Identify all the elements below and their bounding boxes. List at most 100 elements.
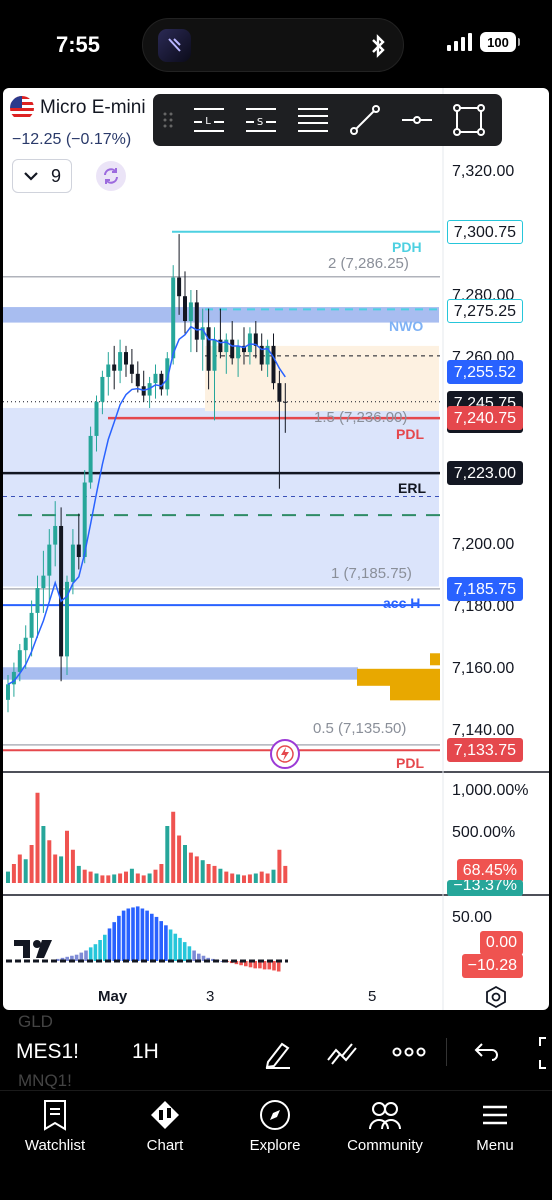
nav-label-explore: Explore — [249, 1137, 301, 1154]
osc-tick-50: 50.00 — [452, 909, 493, 926]
volume-bar — [112, 874, 117, 883]
tradingview-logo — [14, 940, 52, 958]
symbol-below[interactable]: MNQ1! — [18, 1071, 72, 1091]
chart-settings-icon[interactable] — [484, 985, 508, 1009]
chart-icon — [151, 1101, 179, 1129]
volume-profile-block — [357, 668, 440, 686]
erl-tag: ERL — [398, 480, 426, 496]
oscillator-bar — [192, 950, 196, 961]
refresh-button[interactable] — [96, 161, 126, 191]
oscillator-bar — [182, 942, 187, 961]
tool-parallel-lines[interactable] — [287, 94, 339, 146]
fib-level-1: 1 (7,185.75) — [331, 565, 412, 582]
candle-body — [183, 296, 187, 322]
interval-button[interactable]: 1H — [132, 1040, 159, 1064]
volume-bar — [271, 869, 276, 883]
lower-band — [3, 667, 358, 680]
more-icon[interactable] — [392, 1046, 426, 1058]
nav-menu[interactable]: Menu — [440, 1099, 550, 1154]
oscillator-bar — [145, 910, 149, 961]
volume-bar — [265, 873, 270, 883]
volume-bar — [88, 871, 93, 883]
us-flag-icon — [10, 96, 34, 120]
oscillator-bar — [135, 906, 140, 961]
collapse-indicators-button[interactable]: 9 — [12, 159, 72, 193]
oscillator-bar — [84, 950, 88, 961]
volume-bar — [188, 852, 193, 883]
acc-h-tag: acc H — [383, 595, 421, 611]
pen-draw-icon[interactable] — [262, 1038, 294, 1070]
candle-body — [76, 544, 81, 558]
indicator-count: 9 — [50, 165, 61, 186]
price-label: 7,223.00 — [446, 461, 523, 486]
nav-community[interactable]: Community — [330, 1099, 440, 1154]
community-icon — [369, 1102, 401, 1130]
price-axis-tick: 7,140.00 — [452, 721, 515, 739]
fullscreen-icon[interactable] — [532, 1036, 552, 1070]
oscillator-bar — [88, 947, 93, 961]
volume-bar — [183, 845, 187, 883]
tool-trend-line[interactable] — [339, 94, 391, 146]
candle-body — [59, 525, 64, 657]
volume-bar — [6, 871, 10, 883]
price-label: 7,255.52 — [446, 360, 523, 385]
volume-bar — [224, 871, 229, 883]
tool-horizontal-lines-l[interactable]: L — [183, 94, 235, 146]
tool-horizontal-line[interactable] — [391, 94, 443, 146]
oscillator-bar — [159, 921, 163, 961]
price-label: 7,240.75 — [446, 406, 523, 431]
nav-explore[interactable]: Explore — [220, 1099, 330, 1154]
volume-bar — [17, 854, 22, 883]
volume-bar — [29, 845, 34, 883]
drag-handle[interactable] — [153, 111, 183, 129]
price-axis-tick: 7,320.00 — [452, 163, 515, 180]
candle-body — [271, 345, 276, 384]
volume-tick-1000: 1,000.00% — [452, 782, 529, 799]
undo-icon[interactable] — [472, 1038, 500, 1066]
candle-body — [88, 435, 93, 483]
nav-chart[interactable]: Chart — [110, 1099, 220, 1154]
tool-rectangle[interactable] — [443, 94, 495, 146]
candle-body — [247, 333, 252, 353]
date-tick-may: May — [98, 988, 128, 1005]
candle-body — [153, 373, 158, 384]
symbol-above[interactable]: GLD — [18, 1012, 53, 1032]
tool-horizontal-lines-s[interactable]: S — [235, 94, 287, 146]
oscillator-bar — [93, 944, 98, 961]
horizontal-line-icon — [402, 116, 432, 124]
indicators-icon[interactable] — [326, 1038, 358, 1070]
price-label: 7,275.25 — [446, 298, 523, 323]
volume-bar — [242, 875, 246, 883]
price-label: 7,185.75 — [446, 576, 523, 601]
status-bar: 7:55 100 — [0, 0, 552, 88]
symbol-header[interactable]: Micro E-mini — [10, 96, 146, 120]
fib-level-0-5: 0.5 (7,135.50) — [313, 720, 407, 737]
candle-body — [23, 637, 28, 651]
watchlist-icon — [44, 1100, 66, 1131]
candle-body — [94, 401, 99, 436]
horizontal-lines-l-icon: L — [194, 108, 224, 132]
volume-bar — [94, 873, 99, 883]
candle-body — [194, 302, 199, 340]
oscillator-bar — [107, 928, 112, 961]
volume-bar — [129, 868, 134, 883]
chart-toolbar: GLD MES1! MNQ1! 1H — [0, 1010, 552, 1090]
volume-bar — [165, 826, 170, 883]
toolbar-divider — [446, 1038, 447, 1066]
fib-level-1-5: 1.5 (7,236.00) — [314, 409, 408, 426]
price-axis-tick: 7,200.00 — [452, 535, 515, 553]
candle-body — [124, 352, 128, 365]
battery-level: 100 — [487, 34, 509, 50]
candle-body — [230, 339, 235, 359]
nav-label-chart: Chart — [146, 1137, 184, 1154]
volume-label-green: −13.37% — [447, 880, 523, 896]
dynamic-island[interactable] — [142, 18, 404, 72]
symbol-select-button[interactable]: MES1! — [16, 1040, 79, 1064]
drawing-toolbar[interactable]: L S — [153, 94, 502, 146]
symbol-name[interactable]: Micro E-mini — [40, 97, 146, 119]
horizontal-lines-s-icon: S — [246, 108, 276, 132]
alert-button[interactable] — [270, 739, 300, 769]
nav-watchlist[interactable]: Watchlist — [0, 1099, 110, 1154]
candle-body — [35, 588, 40, 613]
volume-bar — [230, 873, 235, 883]
